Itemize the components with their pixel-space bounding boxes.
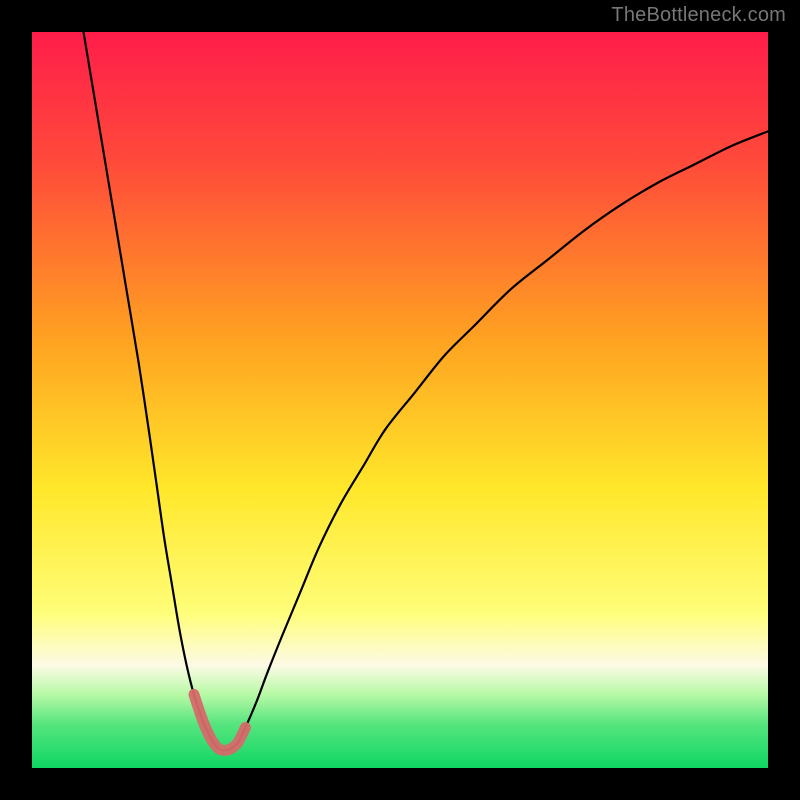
gradient-background [32,32,768,768]
chart-plot-area [32,32,768,768]
attribution-watermark: TheBottleneck.com [611,4,786,27]
chart-svg [32,32,768,768]
outer-frame: TheBottleneck.com [0,0,800,800]
